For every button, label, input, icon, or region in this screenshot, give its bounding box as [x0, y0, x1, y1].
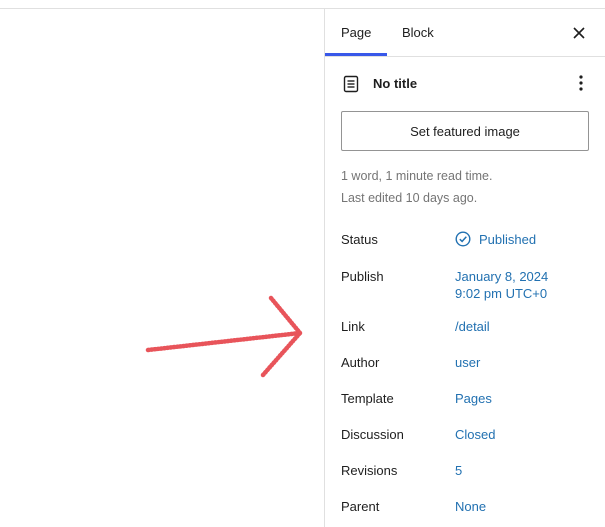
author-label: Author	[341, 355, 380, 370]
editor-canvas[interactable]	[0, 9, 324, 527]
document-header: No title	[341, 73, 591, 95]
close-icon[interactable]	[569, 23, 589, 43]
publish-time: 9:02 pm UTC+0	[455, 286, 548, 301]
tab-page[interactable]: Page	[341, 9, 371, 56]
status-label: Status	[341, 232, 378, 247]
link-label: Link	[341, 319, 365, 334]
parent-label: Parent	[341, 499, 380, 514]
word-count-text: 1 word, 1 minute read time.	[341, 169, 493, 183]
last-edited-text: Last edited 10 days ago.	[341, 191, 478, 205]
document-title: No title	[373, 76, 418, 91]
status-value[interactable]: Published	[479, 232, 536, 247]
template-label: Template	[341, 391, 394, 406]
publish-date: January 8, 2024	[455, 269, 549, 284]
parent-value[interactable]: None	[455, 499, 486, 514]
discussion-value[interactable]: Closed	[455, 427, 495, 442]
publish-label: Publish	[341, 269, 384, 284]
revisions-label: Revisions	[341, 463, 398, 478]
published-check-icon	[455, 231, 471, 247]
settings-sidebar: Page Block No title Set featured image 1…	[324, 9, 605, 527]
link-value[interactable]: /detail	[455, 319, 490, 334]
sidebar-tabs: Page Block	[325, 9, 605, 57]
set-featured-image-button[interactable]: Set featured image	[341, 111, 589, 151]
more-vertical-icon[interactable]	[571, 73, 591, 93]
active-tab-indicator	[325, 53, 387, 56]
template-value[interactable]: Pages	[455, 391, 492, 406]
revisions-value[interactable]: 5	[455, 463, 462, 478]
annotation-arrow-icon	[145, 295, 303, 378]
document-icon	[343, 75, 359, 93]
discussion-label: Discussion	[341, 427, 404, 442]
publish-value[interactable]: January 8, 2024 9:02 pm UTC+0	[455, 269, 548, 301]
author-value[interactable]: user	[455, 355, 480, 370]
tab-block[interactable]: Block	[402, 9, 434, 56]
